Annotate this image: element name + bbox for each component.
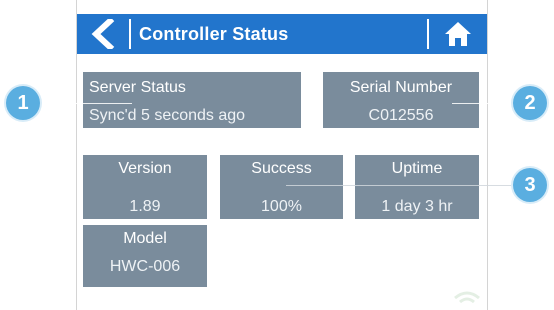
server-status-tile[interactable]: Server Status Sync'd 5 seconds ago (83, 72, 301, 128)
home-icon (445, 22, 471, 46)
success-value: 100% (261, 198, 302, 215)
version-tile[interactable]: Version 1.89 (83, 155, 207, 219)
back-button[interactable] (77, 14, 129, 54)
version-value: 1.89 (129, 198, 161, 215)
serial-number-value: C012556 (368, 107, 434, 124)
serial-number-tile[interactable]: Serial Number C012556 (323, 72, 479, 128)
callout-badge-2: 2 (513, 86, 547, 120)
serial-number-label: Serial Number (349, 79, 453, 96)
wifi-icon (454, 291, 480, 304)
page-title: Controller Status (139, 23, 289, 44)
uptime-value: 1 day 3 hr (381, 198, 453, 215)
uptime-label: Uptime (391, 160, 443, 177)
version-label: Version (118, 160, 172, 177)
model-tile[interactable]: Model HWC-006 (83, 225, 207, 287)
server-status-label: Server Status (89, 79, 186, 96)
callout-badge-1: 1 (6, 86, 40, 120)
server-status-value: Sync'd 5 seconds ago (89, 107, 246, 124)
model-value: HWC-006 (109, 258, 181, 275)
callout-3-leader (286, 185, 514, 186)
callout-2-leader (452, 103, 514, 104)
model-label: Model (123, 230, 167, 247)
uptime-tile[interactable]: Uptime 1 day 3 hr (355, 155, 479, 219)
callout-badge-3: 3 (513, 168, 547, 202)
chevron-left-icon (91, 19, 115, 49)
success-label: Success (251, 160, 312, 177)
callout-1-leader (40, 103, 132, 104)
success-tile[interactable]: Success 100% (220, 155, 343, 219)
header-bar: Controller Status (77, 14, 487, 54)
home-button[interactable] (429, 14, 487, 54)
controller-screen: Controller Status Server Status Sync'd 5… (76, 0, 488, 310)
